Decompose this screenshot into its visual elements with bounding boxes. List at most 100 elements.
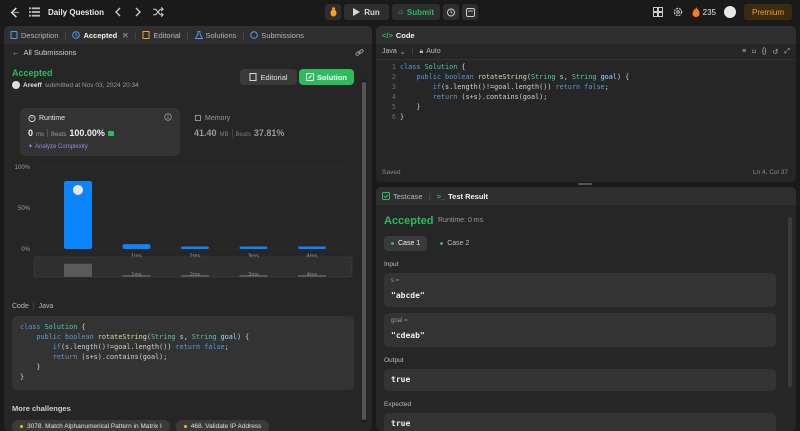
clock-icon (72, 31, 81, 39)
chevron-down-icon: ⌄ (399, 48, 406, 56)
back-to-submissions[interactable]: ← All Submissions (12, 48, 76, 57)
tab-test-result[interactable]: >_ Test Result (437, 192, 488, 201)
expected-label: Expected (384, 401, 412, 408)
braces-icon[interactable]: {} (762, 48, 767, 56)
bug-icon (330, 7, 336, 17)
tab-submissions[interactable]: Submissions (250, 31, 304, 40)
close-tab-icon[interactable]: ✕ (122, 31, 128, 40)
next-problem-icon[interactable] (132, 6, 144, 18)
challenge-chips: 3078. Match Alphanumerical Pattern in Ma… (12, 420, 270, 431)
tab-code[interactable]: </> Code (382, 31, 415, 40)
notes-button[interactable] (462, 4, 478, 20)
submit-button[interactable]: Submit (392, 4, 440, 20)
tab-editorial[interactable]: Editorial (142, 31, 181, 40)
submitted-code-block[interactable]: class Solution { public boolean rotateSt… (12, 316, 354, 390)
premium-button[interactable]: Premium (743, 4, 792, 20)
result-scrollbar[interactable] (788, 217, 792, 387)
challenge-chip[interactable]: 3078. Match Alphanumerical Pattern in Ma… (12, 420, 170, 431)
memory-title[interactable]: Memory (194, 114, 230, 122)
alarm-clock-icon (447, 8, 455, 17)
code-line: } (400, 113, 405, 121)
run-label: Run (364, 7, 380, 17)
code-panel-title: Code (395, 30, 415, 40)
output-value: true (391, 375, 411, 384)
arrow-left-icon: ← (12, 48, 20, 57)
difficulty-dot (183, 425, 187, 428)
y-tick-label: 50% (18, 206, 31, 212)
code-editor[interactable]: 1 2 3 4 5 6 class Solution { public bool… (376, 62, 796, 157)
challenge-chip[interactable]: 468. Validate IP Address (175, 420, 270, 431)
format-icon[interactable]: ≡ (742, 48, 746, 56)
problem-list-icon[interactable] (28, 6, 40, 18)
runtime-title: Runtime (28, 114, 65, 122)
tab-description[interactable]: Description (10, 31, 59, 40)
line-number: 3 (391, 83, 396, 91)
submission-status: Accepted (12, 68, 53, 78)
terminal-icon: >_ (436, 191, 446, 201)
settings-gear-icon[interactable] (672, 6, 684, 18)
editor-actions: ≡ ⌑ {} ↺ ⤢ (742, 48, 790, 56)
logo-icon[interactable] (8, 6, 20, 18)
chart-bar (239, 246, 268, 249)
alarm-button[interactable] (443, 4, 459, 20)
line-number: 6 (391, 113, 396, 121)
case-tab-1[interactable]: Case 1 (384, 236, 428, 251)
debug-button[interactable] (325, 4, 341, 20)
tab-accepted[interactable]: Accepted ✕ (72, 30, 129, 40)
streak-counter[interactable]: 235 (692, 7, 716, 17)
scrollbar-thumb[interactable] (362, 82, 366, 420)
streak-count: 235 (702, 7, 716, 17)
output-box[interactable]: true (384, 369, 776, 391)
info-icon[interactable] (164, 113, 172, 121)
editorial-button[interactable]: Editorial (240, 69, 297, 85)
auto-mode[interactable]: 🔒︎ Auto (420, 48, 441, 56)
tab-solutions[interactable]: Solutions (194, 31, 236, 40)
expected-value: true (391, 419, 411, 428)
input-box-goal[interactable]: goal = "cdeab" (384, 313, 776, 347)
prev-problem-icon[interactable] (112, 6, 124, 18)
result-runtime: Runtime: 0 ms (438, 217, 484, 224)
input-name: s = (391, 278, 400, 284)
resize-handle[interactable] (578, 183, 592, 185)
edit-icon (306, 73, 314, 81)
layout-grid-icon[interactable] (652, 6, 664, 18)
reset-icon[interactable]: ↺ (773, 48, 779, 56)
page-title[interactable]: Daily Question (48, 8, 104, 17)
result-status: Accepted (384, 215, 434, 227)
memory-unit: MB (219, 132, 229, 138)
runtime-distribution-chart[interactable]: 100%50%0%1ms2ms3ms4ms1ms2ms3ms4ms (4, 161, 372, 291)
expand-icon[interactable]: ⤢ (784, 48, 790, 56)
memory-beats-value: 37.81% (253, 128, 285, 138)
case-label: Case 1 (398, 240, 421, 247)
chart-bar (298, 246, 326, 249)
language-select[interactable]: Java ⌄ (382, 48, 406, 56)
mini-bar (64, 263, 92, 277)
input-box-s[interactable]: s = "abcde" (384, 273, 776, 307)
code-line: if(s.length()!=goal.length()) return fal… (432, 83, 609, 91)
author-name[interactable]: Areeff (23, 82, 42, 89)
solution-button[interactable]: Solution (299, 69, 354, 85)
memory-value: 41.40 MB Beats 37.81% (194, 128, 284, 138)
author-avatar[interactable] (12, 81, 20, 89)
user-avatar[interactable] (723, 6, 736, 18)
tab-accepted-label: Accepted (83, 30, 118, 40)
code-editor-panel: </> Code Java ⌄ | 🔒︎ Auto ≡ ⌑ {} ↺ ⤢ 1 2… (376, 26, 796, 182)
expected-box[interactable]: true (384, 413, 776, 431)
bookmark-icon[interactable]: ⌑ (752, 48, 756, 56)
submit-label: Submit (406, 7, 434, 17)
link-icon[interactable] (355, 48, 364, 57)
tab-testcase[interactable]: Testcase (382, 192, 423, 201)
shuffle-icon[interactable] (152, 6, 164, 18)
submission-author: Areeff submitted at Nov 03, 2024 20:34 (12, 81, 139, 89)
fire-icon (692, 7, 700, 17)
line-number: 1 (391, 63, 396, 71)
runtime-card[interactable]: Runtime 0 ms Beats 100.00% ✦ Analyze Com… (20, 108, 180, 156)
lock-icon: 🔒︎ (419, 47, 424, 55)
run-button[interactable]: Run (344, 4, 389, 20)
analyze-complexity-link[interactable]: ✦ Analyze Complexity (28, 143, 88, 151)
document-icon (10, 31, 18, 39)
history-icon (250, 31, 259, 39)
tab-description-label: Description (21, 30, 59, 40)
case-tab-2[interactable]: Case 2 (433, 236, 476, 251)
input-value: "abcde" (391, 291, 425, 300)
